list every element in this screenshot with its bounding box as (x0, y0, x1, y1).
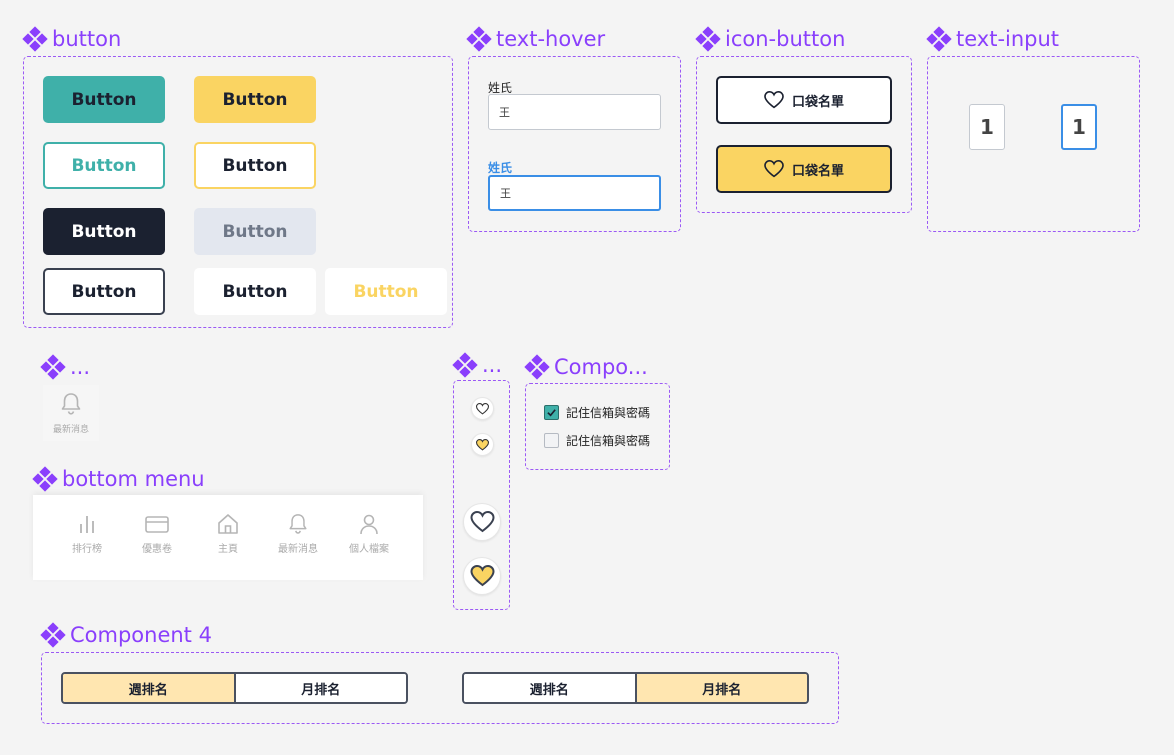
heart-filled-icon (469, 565, 495, 587)
button-yellow-outline[interactable]: Button (194, 142, 316, 189)
button-teal-outline[interactable]: Button (43, 142, 165, 189)
menu-item-ranking[interactable]: 排行榜 (57, 513, 117, 555)
favorite-toggle-large-active[interactable] (463, 557, 501, 595)
ranking-segment-weekly-active: 週排名 月排名 (61, 672, 408, 704)
bar-chart-icon (80, 516, 94, 533)
user-icon (360, 514, 378, 535)
section-title-label: bottom menu (62, 467, 205, 491)
heart-icon (469, 511, 495, 533)
text-input-frame (927, 56, 1140, 232)
surname-input-focused[interactable]: 王 (488, 175, 661, 211)
button-dark-outline[interactable]: Button (43, 268, 165, 315)
section-title-text-input: text-input (926, 26, 1060, 52)
component-set-icon (40, 622, 66, 648)
section-title-label: Compo... (554, 355, 648, 379)
pocket-list-button-outline[interactable]: 口袋名單 (716, 76, 892, 124)
favorite-toggle-small-active[interactable] (471, 433, 494, 456)
digit-input-focused[interactable]: 1 (1061, 104, 1097, 150)
pocket-list-button-filled[interactable]: 口袋名單 (716, 145, 892, 193)
button-white-plain[interactable]: Button (194, 268, 316, 315)
button-yellow-filled[interactable]: Button (194, 76, 316, 123)
section-title-label: button (52, 27, 122, 51)
section-title-label: ... (482, 353, 503, 377)
component-set-icon (695, 26, 721, 52)
home-icon (218, 514, 238, 534)
pocket-list-label: 口袋名單 (791, 94, 844, 110)
button-disabled: Button (194, 208, 316, 255)
credit-card-icon (145, 516, 169, 533)
component-set-icon (466, 26, 492, 52)
checkbox-label: 記住信箱與密碼 (566, 406, 651, 420)
remember-me-checked[interactable]: 記住信箱與密碼 (544, 404, 650, 421)
heart-icon (764, 91, 784, 109)
favorite-toggle-small[interactable] (471, 397, 494, 420)
menu-label: 個人檔案 (349, 544, 389, 555)
menu-label: 優惠卷 (142, 544, 172, 555)
bottom-menu-bar: 排行榜 優惠卷 主頁 最新消息 個人檔案 (33, 495, 423, 580)
tab-monthly-ranking[interactable]: 月排名 (634, 674, 807, 702)
section-title-text-hover: text-hover (466, 26, 606, 52)
heart-filled-icon (476, 438, 489, 451)
heart-icon (764, 160, 784, 178)
bell-icon (61, 392, 81, 415)
section-title-hearts: ... (452, 352, 503, 378)
component-set-icon (926, 26, 952, 52)
notification-label: 最新消息 (52, 424, 89, 435)
menu-item-home[interactable]: 主頁 (198, 513, 258, 555)
section-title-icon-button: icon-button (695, 26, 846, 52)
section-title-label: text-input (956, 27, 1060, 51)
favorite-toggle-large[interactable] (463, 503, 501, 541)
notification-tab-item[interactable]: 最新消息 (43, 385, 99, 441)
component-set-icon (22, 26, 48, 52)
button-dark-filled[interactable]: Button (43, 208, 165, 255)
button-teal-filled[interactable]: Button (43, 76, 165, 123)
section-title-label: text-hover (496, 27, 606, 51)
checkmark-icon (547, 409, 556, 417)
menu-label: 最新消息 (278, 544, 318, 555)
component-set-icon (524, 354, 550, 380)
menu-item-news[interactable]: 最新消息 (268, 513, 328, 555)
section-title-component4: Component 4 (40, 622, 212, 648)
tab-weekly-ranking[interactable]: 週排名 (464, 674, 635, 702)
menu-item-profile[interactable]: 個人檔案 (339, 513, 399, 555)
menu-item-coupons[interactable]: 優惠卷 (127, 513, 187, 555)
tab-monthly-ranking[interactable]: 月排名 (233, 674, 406, 702)
digit-input[interactable]: 1 (969, 104, 1005, 150)
component-set-icon (452, 352, 478, 378)
surname-input[interactable]: 王 (488, 94, 661, 130)
checkbox-unchecked[interactable] (544, 433, 559, 448)
section-title-notification: ... (40, 354, 91, 380)
menu-label: 主頁 (218, 544, 238, 555)
heart-icon (476, 402, 489, 415)
checkbox-checked[interactable] (544, 405, 559, 420)
section-title-checkbox: Compo... (524, 354, 648, 380)
checkbox-label: 記住信箱與密碼 (566, 434, 651, 448)
tab-weekly-ranking[interactable]: 週排名 (63, 674, 234, 702)
section-title-button: button (22, 26, 122, 52)
section-title-label: Component 4 (70, 623, 212, 647)
checkbox-frame (525, 383, 670, 470)
section-title-label: icon-button (725, 27, 846, 51)
component-set-icon (40, 354, 66, 380)
menu-label: 排行榜 (72, 544, 102, 555)
ranking-segment-monthly-active: 週排名 月排名 (462, 672, 809, 704)
pocket-list-label: 口袋名單 (791, 163, 844, 179)
section-title-bottom-menu: bottom menu (32, 466, 205, 492)
bell-icon (289, 514, 307, 534)
surname-label-focused: 姓氏 (488, 161, 513, 175)
component-set-icon (32, 466, 58, 492)
button-white-yellow-text[interactable]: Button (325, 268, 447, 315)
remember-me-unchecked[interactable]: 記住信箱與密碼 (544, 432, 650, 449)
section-title-label: ... (70, 355, 91, 379)
